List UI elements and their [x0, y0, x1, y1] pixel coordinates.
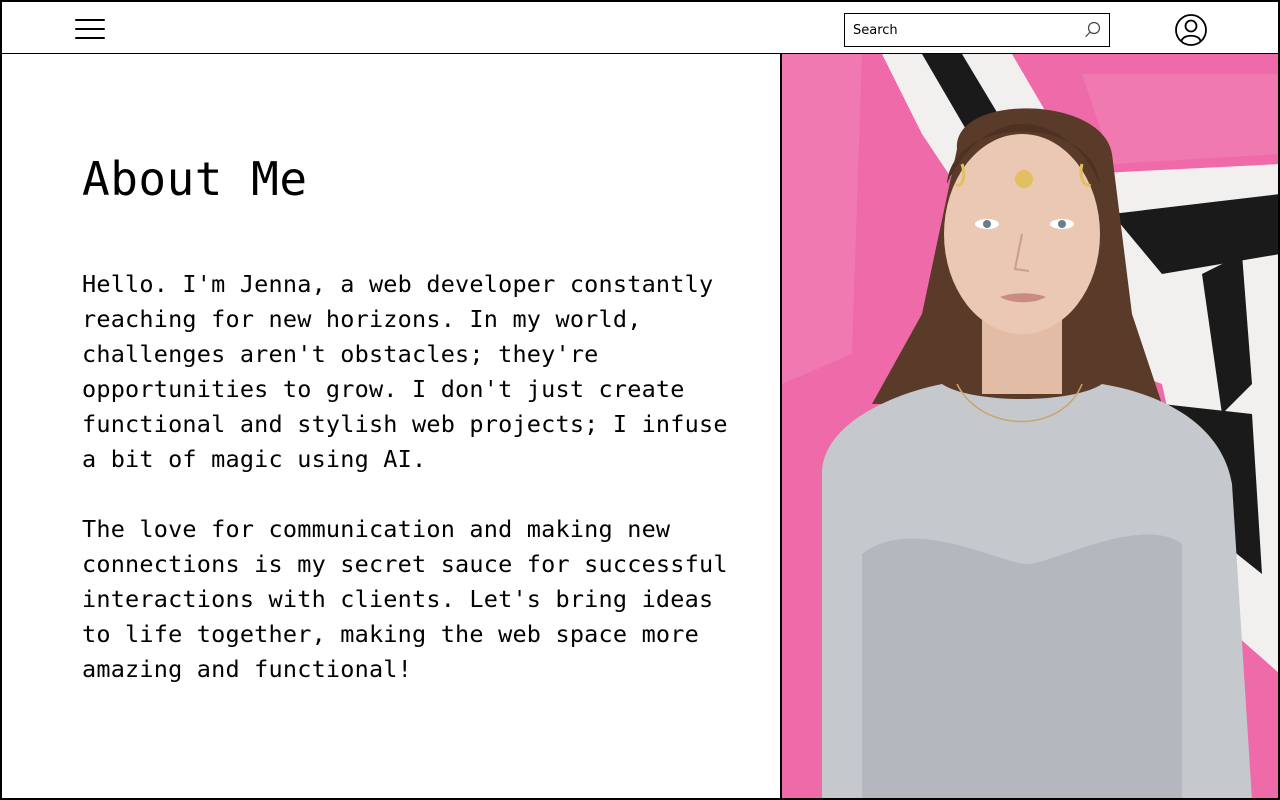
- search-icon[interactable]: [1084, 21, 1102, 39]
- about-section: About Me Hello. I'm Jenna, a web develop…: [0, 54, 782, 800]
- menu-line: [75, 37, 105, 39]
- about-paragraph-2: The love for communication and making ne…: [82, 515, 728, 683]
- portrait-photo: [782, 54, 1280, 800]
- user-circle-icon[interactable]: [1174, 13, 1208, 47]
- hamburger-menu-button[interactable]: [72, 16, 108, 42]
- menu-line: [75, 19, 105, 21]
- search-input[interactable]: [845, 14, 1077, 46]
- about-paragraph-1: Hello. I'm Jenna, a web developer consta…: [82, 270, 728, 473]
- menu-line: [75, 28, 105, 30]
- search-box: [844, 13, 1110, 47]
- top-navbar: [0, 0, 1280, 55]
- page-title: About Me: [82, 152, 308, 206]
- portrait-image: [782, 54, 1278, 798]
